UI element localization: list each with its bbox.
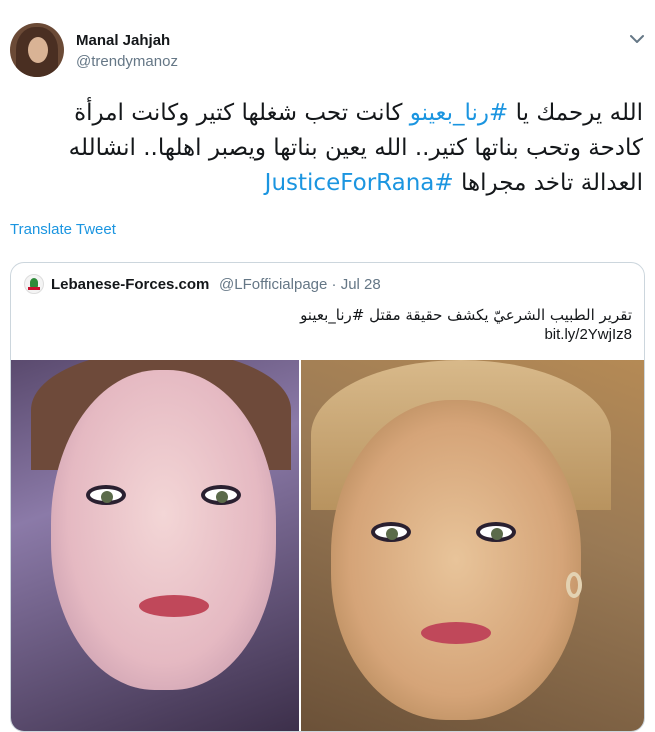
photo-right-earring <box>566 572 582 598</box>
chevron-down-icon[interactable] <box>628 30 646 48</box>
tweet-text: الله يرحمك يا #رنا_بعينو كانت تحب شغلها … <box>13 96 643 201</box>
lebanese-forces-logo-icon <box>24 274 44 294</box>
photo-left-eye-right <box>201 485 241 505</box>
photo-left-lips <box>139 595 209 617</box>
hashtag-link-rana[interactable]: #رنا_بعينو <box>410 100 509 126</box>
avatar-face <box>28 37 48 63</box>
quoted-text: تقرير الطبيب الشرعيّ يكشف حقيقة مقتل #رن… <box>300 306 632 324</box>
photo-right-lips <box>421 622 491 644</box>
author-handle[interactable]: @trendymanoz <box>76 53 178 70</box>
photo-right-eye-right <box>476 522 516 542</box>
quoted-tweet-card[interactable]: Lebanese-Forces.com @LFofficialpage · Ju… <box>10 262 645 732</box>
author-name[interactable]: Manal Jahjah <box>76 32 170 49</box>
quoted-author-name: Lebanese-Forces.com <box>51 276 210 293</box>
quoted-photo-right[interactable] <box>301 360 644 731</box>
quoted-link: bit.ly/2YwjIz8 <box>544 326 632 343</box>
quoted-author-handle: @LFofficialpage <box>219 276 328 293</box>
photo-right-face <box>331 400 581 720</box>
photo-right-eye-left <box>371 522 411 542</box>
tweet-text-part1: الله يرحمك يا <box>508 100 643 126</box>
hashtag-link-justice[interactable]: #JusticeForRana <box>265 170 454 196</box>
photo-left-face <box>51 370 276 690</box>
quoted-photo-left[interactable] <box>11 360 299 731</box>
photo-left-eye-left <box>86 485 126 505</box>
translate-tweet-link[interactable]: Translate Tweet <box>10 221 116 238</box>
quoted-author-meta: @LFofficialpage · Jul 28 <box>219 276 381 293</box>
quoted-date: · Jul 28 <box>331 276 381 293</box>
author-avatar[interactable] <box>10 23 64 77</box>
